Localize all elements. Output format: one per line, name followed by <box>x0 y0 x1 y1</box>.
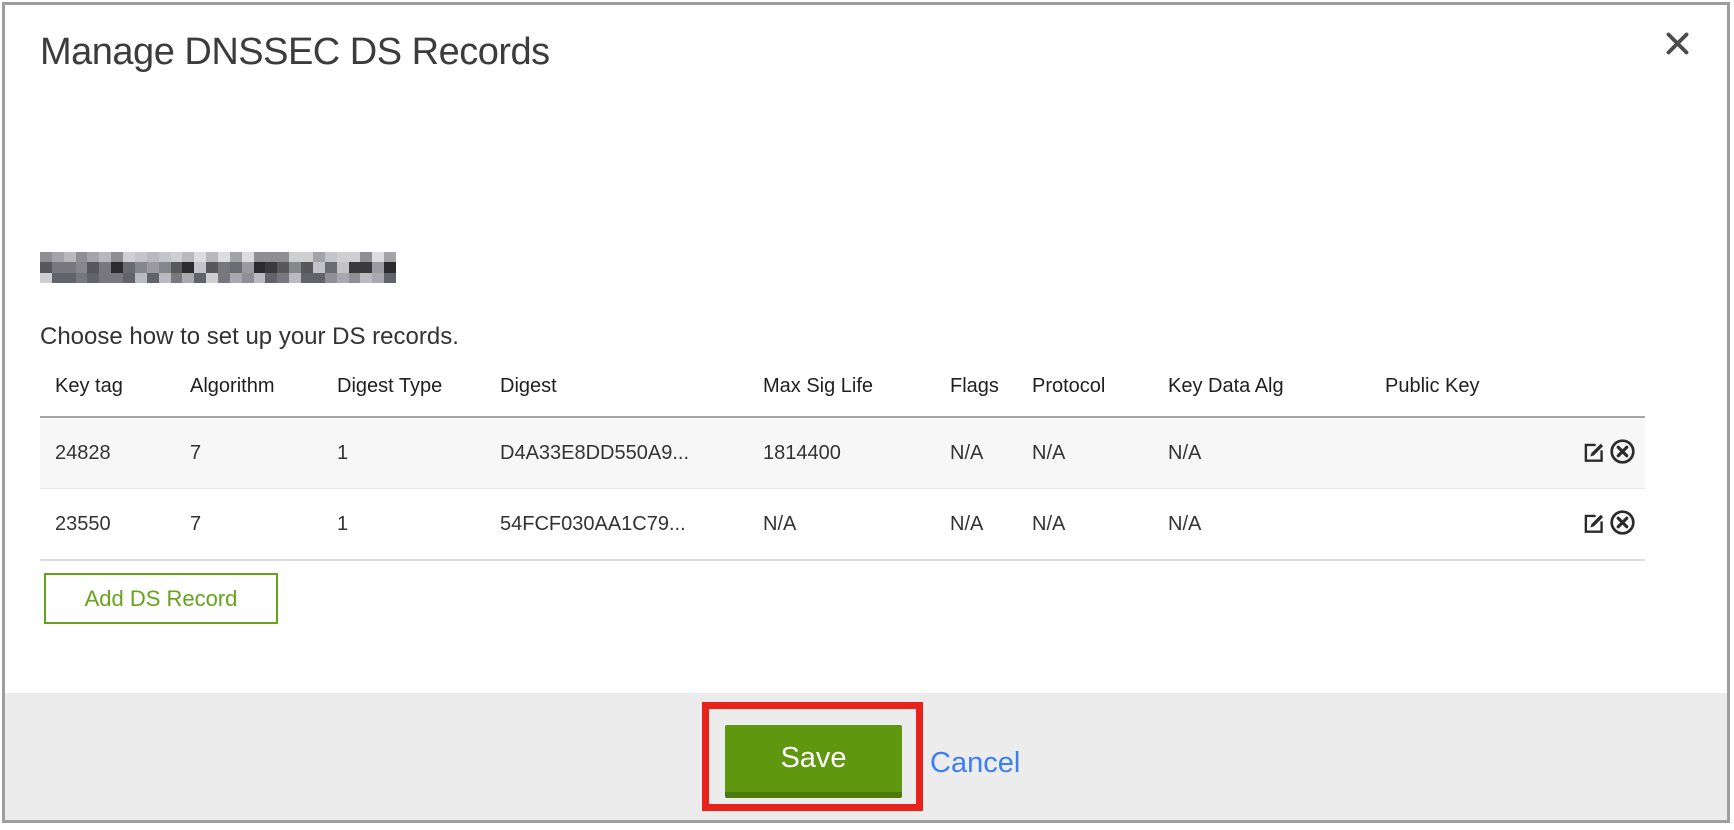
edit-record-button[interactable] <box>1581 510 1607 539</box>
cell-flags: N/A <box>950 417 1032 489</box>
cell-actions <box>1545 417 1645 489</box>
col-max-sig-life: Max Sig Life <box>763 341 950 417</box>
col-public-key: Public Key <box>1385 341 1545 417</box>
delete-record-button[interactable] <box>1609 509 1636 539</box>
col-actions <box>1545 341 1645 417</box>
cell-key-tag: 24828 <box>40 417 190 489</box>
cell-digest-type: 1 <box>337 489 500 561</box>
manage-dnssec-modal: Manage DNSSEC DS Records Choose how to s… <box>2 2 1730 823</box>
col-digest-type: Digest Type <box>337 341 500 417</box>
close-icon <box>1664 30 1691 60</box>
edit-record-button[interactable] <box>1581 439 1607 468</box>
cell-public-key <box>1385 417 1545 489</box>
ds-records-table: Key tag Algorithm Digest Type Digest Max… <box>40 341 1645 561</box>
cell-key-tag: 23550 <box>40 489 190 561</box>
edit-icon <box>1581 453 1607 468</box>
cell-flags: N/A <box>950 489 1032 561</box>
cell-digest: D4A33E8DD550A9... <box>500 417 763 489</box>
cell-protocol: N/A <box>1032 489 1168 561</box>
delete-circle-x-icon <box>1609 524 1636 539</box>
add-ds-record-button[interactable]: Add DS Record <box>44 573 278 624</box>
redacted-domain <box>40 252 396 283</box>
cell-max-sig-life: N/A <box>763 489 950 561</box>
cell-algorithm: 7 <box>190 489 337 561</box>
cell-key-data-alg: N/A <box>1168 489 1385 561</box>
cell-protocol: N/A <box>1032 417 1168 489</box>
save-button[interactable]: Save <box>725 725 902 798</box>
cancel-link[interactable]: Cancel <box>930 747 1020 780</box>
col-key-data-alg: Key Data Alg <box>1168 341 1385 417</box>
col-digest: Digest <box>500 341 763 417</box>
cell-public-key <box>1385 489 1545 561</box>
cell-digest: 54FCF030AA1C79... <box>500 489 763 561</box>
delete-circle-x-icon <box>1609 453 1636 468</box>
col-algorithm: Algorithm <box>190 341 337 417</box>
cell-max-sig-life: 1814400 <box>763 417 950 489</box>
cell-actions <box>1545 489 1645 561</box>
cell-algorithm: 7 <box>190 417 337 489</box>
col-protocol: Protocol <box>1032 341 1168 417</box>
table-row: 24828 7 1 D4A33E8DD550A9... 1814400 N/A … <box>40 417 1645 489</box>
screen: Manage DNSSEC DS Records Choose how to s… <box>0 0 1734 830</box>
edit-icon <box>1581 524 1607 539</box>
close-button[interactable] <box>1659 27 1695 63</box>
table-row: 23550 7 1 54FCF030AA1C79... N/A N/A N/A … <box>40 489 1645 561</box>
cell-key-data-alg: N/A <box>1168 417 1385 489</box>
col-flags: Flags <box>950 341 1032 417</box>
table-header-row: Key tag Algorithm Digest Type Digest Max… <box>40 341 1645 417</box>
modal-title: Manage DNSSEC DS Records <box>40 31 550 75</box>
delete-record-button[interactable] <box>1609 438 1636 468</box>
cell-digest-type: 1 <box>337 417 500 489</box>
col-key-tag: Key tag <box>40 341 190 417</box>
